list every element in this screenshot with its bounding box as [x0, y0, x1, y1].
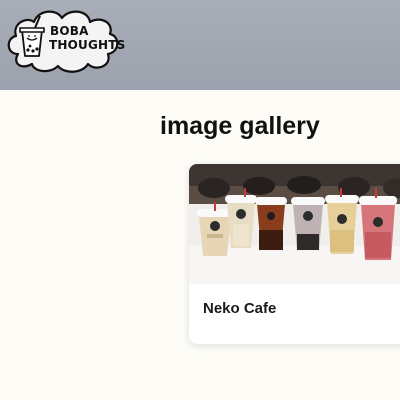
site-header: BOBA THOUGHTS: [0, 0, 400, 90]
logo-line-1: BOBA: [50, 24, 89, 38]
logo-line-2: THOUGHTS: [49, 38, 126, 52]
gallery-card[interactable]: Neko Cafe: [189, 164, 400, 344]
site-logo[interactable]: BOBA THOUGHTS: [4, 4, 125, 76]
boba-drinks-photo: [189, 164, 400, 284]
page-title: image gallery: [160, 112, 320, 140]
logo-wordmark: BOBA THOUGHTS: [49, 24, 126, 52]
gallery-card-title: Neko Cafe: [203, 300, 277, 317]
